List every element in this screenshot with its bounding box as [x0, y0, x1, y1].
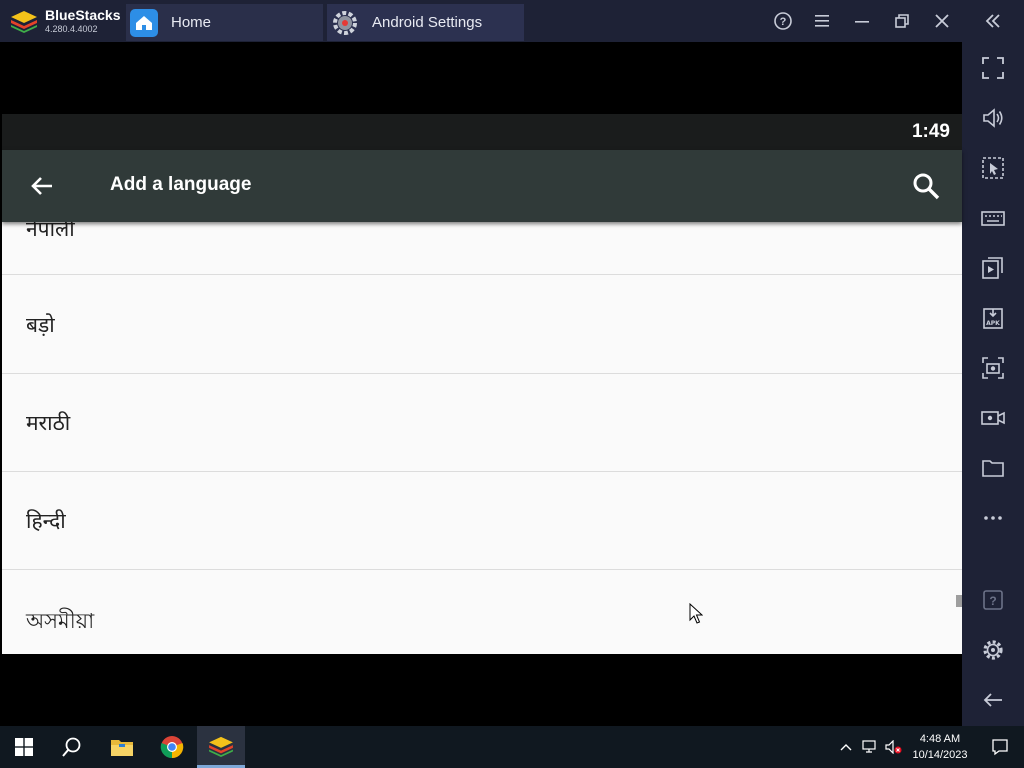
tray-chevron-button[interactable] [834, 726, 858, 768]
svg-text:APK: APK [986, 320, 1000, 327]
language-label: हिन्दी [26, 509, 66, 533]
language-label: नेपाली [26, 222, 75, 241]
sidebar-back-button[interactable] [978, 685, 1008, 715]
pointer-select-button[interactable] [978, 153, 1008, 183]
arrow-back-icon [31, 177, 52, 195]
search-button[interactable] [910, 170, 942, 202]
android-status-bar: 1:49 [2, 114, 962, 150]
keyboard-button[interactable] [978, 203, 1008, 233]
list-item-bodo[interactable]: बड़ो [2, 276, 962, 374]
brand-version: 4.280.4.4002 [45, 24, 98, 34]
language-label: बड़ो [26, 313, 55, 337]
svg-text:?: ? [989, 594, 996, 608]
settings-button[interactable] [978, 635, 1008, 665]
sidebar-help-button[interactable]: ? [978, 585, 1008, 615]
language-list[interactable]: नेपाली बड़ो मराठी हिन्दी অসমীয়া [2, 222, 962, 654]
svg-text:?: ? [780, 16, 787, 28]
close-icon [935, 14, 949, 28]
network-icon [862, 740, 876, 753]
fullscreen-icon [982, 57, 1004, 79]
bluestacks-logo-icon [11, 11, 37, 33]
search-icon [913, 173, 940, 200]
list-item-hindi[interactable]: हिन्दी [2, 472, 962, 570]
settings-icon [983, 640, 1003, 660]
bluestacks-sidebar: APK ? [962, 42, 1024, 726]
media-manager-button[interactable] [978, 253, 1008, 283]
minimize-icon [855, 21, 869, 23]
volume-icon [983, 108, 1003, 128]
folder-icon [982, 460, 1004, 477]
brand-name: BlueStacks [45, 7, 121, 23]
keyboard-icon [981, 211, 1005, 226]
screen: BlueStacks 4.280.4.4002 Home Android Set… [0, 0, 1024, 768]
help-icon: ? [983, 590, 1003, 610]
volume-button[interactable] [978, 103, 1008, 133]
volume-muted-icon [885, 740, 902, 754]
tray-network-button[interactable] [858, 726, 882, 768]
tray-time: 4:48 AM [919, 733, 961, 745]
bluestacks-taskbar-button[interactable] [197, 726, 245, 768]
restore-icon [895, 14, 909, 28]
file-explorer-icon [111, 740, 133, 756]
page-title: Add a language [110, 174, 252, 195]
tray-clock[interactable]: 4:48 AM 10/14/2023 [906, 731, 974, 763]
fullscreen-button[interactable] [978, 53, 1008, 83]
file-explorer-button[interactable] [98, 726, 146, 768]
collapse-sidebar-button[interactable] [980, 8, 1006, 34]
gear-icon [333, 11, 357, 35]
action-center-button[interactable] [976, 726, 1024, 768]
list-item-marathi[interactable]: मराठी [2, 374, 962, 472]
app-bar: Add a language [2, 150, 962, 222]
folder-button[interactable] [978, 453, 1008, 483]
tab-home[interactable]: Home [126, 4, 323, 41]
windows-start-icon [15, 738, 33, 756]
bluestacks-titlebar: BlueStacks 4.280.4.4002 Home Android Set… [0, 0, 1024, 42]
chrome-button[interactable] [148, 726, 196, 768]
video-record-icon [981, 411, 1005, 425]
search-icon [62, 737, 81, 757]
back-icon [983, 693, 1002, 707]
menu-icon [815, 15, 829, 27]
video-record-button[interactable] [978, 403, 1008, 433]
tab-android-settings[interactable]: Android Settings [327, 4, 524, 41]
tab-settings-label: Android Settings [372, 14, 483, 31]
apk-install-icon: APK [983, 308, 1003, 329]
chrome-icon [160, 736, 184, 759]
apk-install-button[interactable]: APK [978, 303, 1008, 333]
help-icon: ? [774, 12, 792, 30]
home-icon [130, 9, 158, 37]
windows-taskbar: 4:48 AM 10/14/2023 [0, 726, 1024, 768]
android-screen: 1:49 Add a language नेपाली बड़ो मराठी हि… [2, 42, 962, 726]
menu-button[interactable] [809, 8, 835, 34]
more-button[interactable] [978, 503, 1008, 533]
list-item-nepali[interactable]: नेपाली [2, 222, 962, 275]
language-label: অসমীয়া [26, 609, 95, 633]
mouse-cursor-icon [689, 603, 703, 624]
language-label: मराठी [26, 411, 71, 435]
list-item-assamese[interactable]: অসমীয়া [2, 570, 962, 654]
help-button[interactable]: ? [770, 8, 796, 34]
tab-home-label: Home [171, 14, 212, 31]
minimize-button[interactable] [849, 8, 875, 34]
screenshot-button[interactable] [978, 353, 1008, 383]
chevron-up-icon [840, 744, 852, 751]
back-button[interactable] [26, 170, 58, 202]
notification-icon [992, 739, 1008, 756]
tray-volume-button[interactable] [882, 726, 906, 768]
collapse-sidebar-icon [985, 14, 1000, 28]
close-button[interactable] [929, 8, 955, 34]
pointer-select-icon [982, 157, 1004, 179]
tray-date: 10/14/2023 [912, 749, 968, 761]
restore-button[interactable] [889, 8, 915, 34]
status-clock: 1:49 [911, 121, 950, 142]
bluestacks-icon [209, 736, 233, 757]
screenshot-icon [982, 357, 1004, 379]
taskbar-search-button[interactable] [48, 726, 96, 768]
bluestacks-brand: BlueStacks 4.280.4.4002 [6, 4, 124, 38]
windows-start-button[interactable] [0, 726, 48, 768]
media-manager-icon [982, 257, 1003, 279]
more-icon [984, 516, 1002, 520]
